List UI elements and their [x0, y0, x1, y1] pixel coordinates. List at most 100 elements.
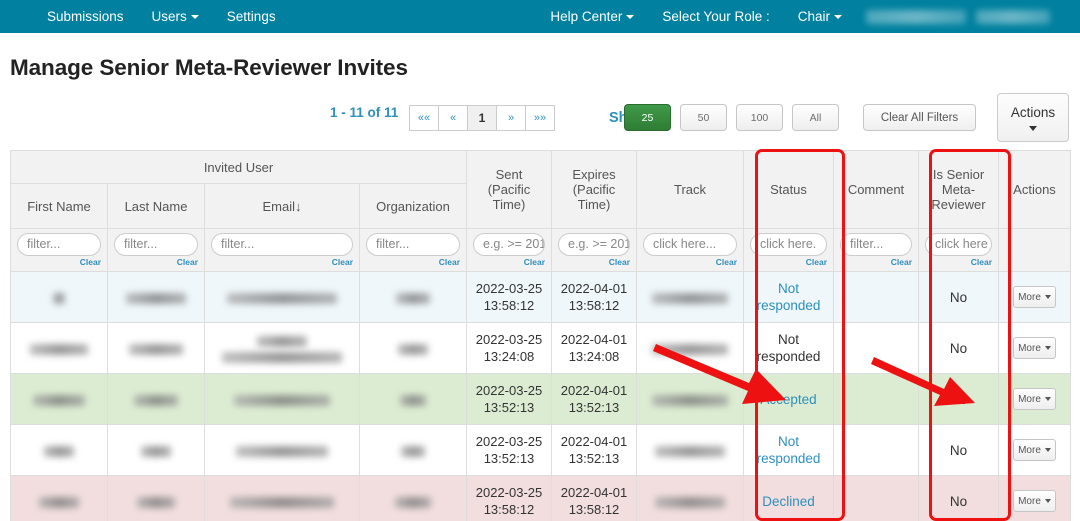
- nav-item-help-center-label: Help Center: [550, 9, 623, 24]
- cell-expires-date: 2022-04-01 13:58:12: [551, 271, 637, 323]
- filter-input-comment[interactable]: filter...: [840, 233, 912, 256]
- redacted-text: [652, 343, 728, 355]
- nav-item-settings[interactable]: Settings: [213, 0, 290, 33]
- select-your-role-text: Select Your Role :: [662, 9, 770, 24]
- more-dropdown-button[interactable]: More: [1013, 337, 1056, 359]
- redacted-text: [236, 445, 328, 457]
- filter-input-sent[interactable]: e.g. >= 201: [473, 233, 545, 256]
- cell-actions: More: [998, 322, 1071, 374]
- nav-item-submissions[interactable]: Submissions: [33, 0, 138, 33]
- more-dropdown-button[interactable]: More: [1013, 388, 1056, 410]
- redacted-text: [44, 445, 74, 457]
- filter-cell-first-name: filter... Clear: [10, 228, 108, 272]
- column-header-organization[interactable]: Organization: [359, 183, 467, 229]
- more-dropdown-label: More: [1018, 342, 1041, 354]
- cell-status[interactable]: Accepted: [743, 373, 834, 425]
- page-size-100-button[interactable]: 100: [736, 104, 783, 131]
- cell-first-name: [10, 322, 108, 374]
- cell-expires-time-part: 13:24:08: [568, 349, 620, 364]
- filter-input-email[interactable]: filter...: [211, 233, 353, 256]
- filter-clear-status[interactable]: Clear: [750, 257, 827, 267]
- filter-cell-status: click here. Clear: [743, 228, 834, 272]
- redacted-text: [230, 496, 334, 508]
- cell-email: [204, 322, 360, 374]
- filter-input-is-senior[interactable]: click here: [925, 233, 992, 256]
- page-size-25-button[interactable]: 25: [624, 104, 671, 131]
- cell-expires-date: 2022-04-01 13:52:13: [551, 424, 637, 476]
- redacted-text: [234, 394, 330, 406]
- cell-last-name: [107, 424, 205, 476]
- cell-expires-date-part: 2022-04-01: [560, 434, 628, 449]
- pager-prev-button[interactable]: «: [438, 105, 468, 131]
- page-size-all-button[interactable]: All: [792, 104, 839, 131]
- cell-sent-date: 2022-03-25 13:24:08: [466, 322, 552, 374]
- pager-next-button[interactable]: »: [496, 105, 526, 131]
- filter-clear-expires[interactable]: Clear: [558, 257, 630, 267]
- filter-input-last-name[interactable]: filter...: [114, 233, 198, 256]
- nav-item-role-chair[interactable]: Chair: [784, 0, 856, 33]
- cell-last-name: [107, 271, 205, 323]
- filter-input-status[interactable]: click here.: [750, 233, 827, 256]
- filter-clear-track[interactable]: Clear: [643, 257, 737, 267]
- is-senior-value: No: [949, 340, 968, 356]
- clear-all-filters-button[interactable]: Clear All Filters: [863, 104, 976, 131]
- column-header-track: Track: [636, 150, 744, 229]
- chevron-down-icon: [1044, 346, 1051, 350]
- table-body: 2022-03-25 13:58:12 2022-04-01 13:58:12 Not r…: [10, 271, 1071, 521]
- cell-is-senior-meta-reviewer: No: [918, 271, 999, 323]
- filter-clear-last-name[interactable]: Clear: [114, 257, 198, 267]
- cell-sent-date: 2022-03-25 13:58:12: [466, 475, 552, 521]
- column-header-expires-line-2: (Pacific: [572, 182, 616, 197]
- chevron-down-icon: [626, 15, 635, 20]
- column-header-is-senior-line-3: Reviewer: [931, 197, 986, 212]
- filter-input-expires[interactable]: e.g. >= 201: [558, 233, 630, 256]
- cell-expires-date-part: 2022-04-01: [560, 485, 628, 500]
- redacted-text: [129, 343, 183, 355]
- page-size-50-button[interactable]: 50: [680, 104, 727, 131]
- filter-clear-is-senior[interactable]: Clear: [925, 257, 992, 267]
- nav-item-help-center[interactable]: Help Center: [536, 0, 648, 33]
- filter-cell-comment: filter... Clear: [833, 228, 919, 272]
- chevron-down-icon: [1029, 125, 1037, 131]
- column-header-email[interactable]: Email↓: [204, 183, 360, 229]
- cell-first-name: [10, 271, 108, 323]
- page-root: Submissions Users Settings Help Center S…: [0, 0, 1080, 521]
- actions-dropdown-button[interactable]: Actions: [997, 93, 1069, 142]
- column-header-last-name[interactable]: Last Name: [107, 183, 205, 229]
- page-size-group: 25 50 100 All: [624, 104, 839, 131]
- is-senior-value: No: [949, 391, 968, 407]
- cell-organization: [359, 271, 467, 323]
- cell-is-senior-meta-reviewer: No: [918, 475, 999, 521]
- cell-email: [204, 373, 360, 425]
- cell-status[interactable]: Not responded: [743, 424, 834, 476]
- cell-sent-time-part: 13:52:13: [483, 451, 535, 466]
- filter-clear-email[interactable]: Clear: [211, 257, 353, 267]
- nav-item-users[interactable]: Users: [138, 0, 213, 33]
- filter-input-first-name[interactable]: filter...: [17, 233, 101, 256]
- more-dropdown-button[interactable]: More: [1013, 286, 1056, 308]
- pager-page-1-button[interactable]: 1: [467, 105, 497, 131]
- cell-first-name: [10, 424, 108, 476]
- is-senior-value: No: [949, 289, 968, 305]
- cell-actions: More: [998, 475, 1071, 521]
- column-header-is-senior-line-1: Is Senior: [932, 167, 985, 182]
- filter-clear-sent[interactable]: Clear: [473, 257, 545, 267]
- redacted-text: [141, 445, 171, 457]
- more-dropdown-button[interactable]: More: [1013, 439, 1056, 461]
- cell-status[interactable]: Not responded: [743, 271, 834, 323]
- filter-input-organization[interactable]: filter...: [366, 233, 460, 256]
- more-dropdown-button[interactable]: More: [1013, 490, 1056, 512]
- column-header-first-name[interactable]: First Name: [10, 183, 108, 229]
- redacted-text: [652, 292, 728, 304]
- cell-status[interactable]: Declined: [743, 475, 834, 521]
- filter-cell-expires: e.g. >= 201 Clear: [551, 228, 637, 272]
- filter-clear-first-name[interactable]: Clear: [17, 257, 101, 267]
- filter-clear-organization[interactable]: Clear: [366, 257, 460, 267]
- cell-comment: [833, 322, 919, 374]
- filter-clear-comment[interactable]: Clear: [840, 257, 912, 267]
- filter-input-track[interactable]: click here...: [643, 233, 737, 256]
- cell-sent-date: 2022-03-25 13:52:13: [466, 424, 552, 476]
- cell-organization: [359, 475, 467, 521]
- pager-first-button[interactable]: ««: [409, 105, 439, 131]
- pager-last-button[interactable]: »»: [525, 105, 555, 131]
